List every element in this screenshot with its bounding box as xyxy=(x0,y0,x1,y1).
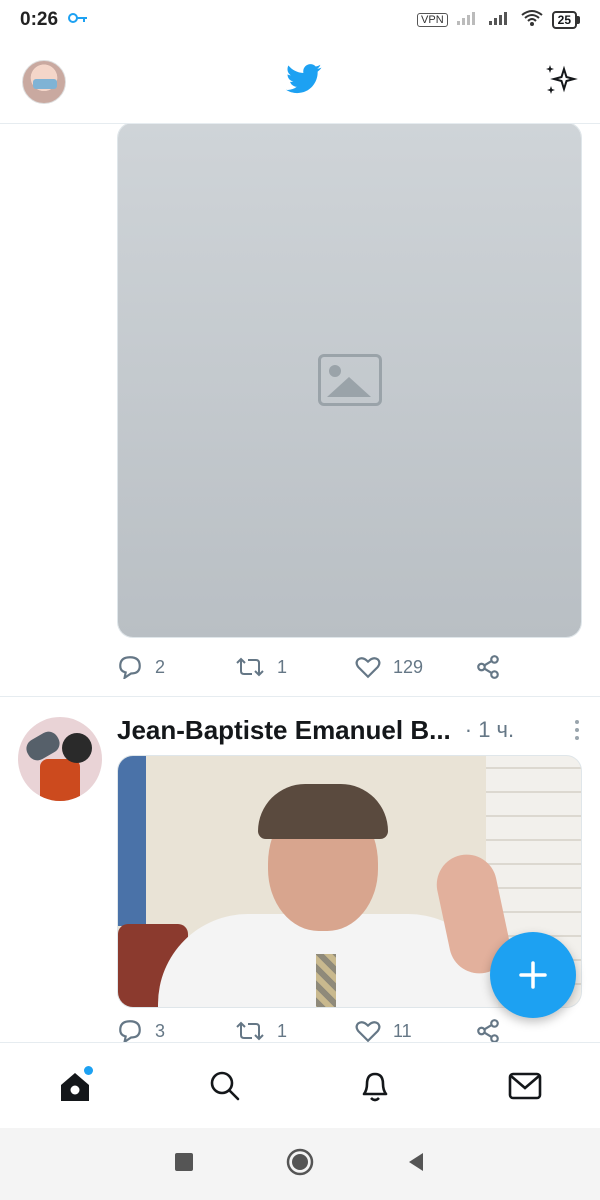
profile-avatar[interactable] xyxy=(22,59,66,104)
plus-icon xyxy=(519,961,547,989)
retweet-count: 1 xyxy=(277,1020,288,1041)
status-time: 0:26 xyxy=(20,9,59,30)
tweet-media-photo[interactable] xyxy=(117,124,582,638)
like-button[interactable]: 11 xyxy=(355,1019,475,1042)
share-icon xyxy=(477,655,499,679)
more-icon[interactable] xyxy=(567,720,587,740)
signal-icon xyxy=(456,10,480,31)
nav-home[interactable] xyxy=(45,1056,105,1116)
like-button[interactable]: 129 xyxy=(355,655,475,679)
battery-icon: 25 xyxy=(551,11,580,29)
retweet-button[interactable]: 1 xyxy=(235,655,355,679)
tweet-timestamp: · 1 ч. xyxy=(464,717,515,742)
share-button[interactable] xyxy=(475,654,501,680)
wifi-icon xyxy=(520,9,544,32)
nav-notifications[interactable] xyxy=(345,1056,405,1116)
mail-icon xyxy=(508,1072,542,1099)
tweet-actions: 2 1 129 xyxy=(117,647,517,687)
media-placeholder xyxy=(118,124,581,637)
recents-icon[interactable] xyxy=(173,1151,195,1178)
search-icon xyxy=(210,1071,240,1100)
app-header xyxy=(0,40,600,124)
signal-icon xyxy=(488,10,512,31)
reply-icon xyxy=(119,1020,141,1042)
tweet-actions: 3 1 11 xyxy=(117,1016,517,1042)
bell-icon xyxy=(362,1072,388,1101)
author-avatar[interactable] xyxy=(18,717,102,801)
home-circle-icon[interactable] xyxy=(285,1147,315,1182)
battery-tip xyxy=(577,16,580,24)
like-count: 11 xyxy=(393,1020,412,1041)
feed[interactable]: 2 1 129 Jean-Baptiste Emanuel B... · 1 ч… xyxy=(0,124,600,1042)
twitter-bird-icon[interactable] xyxy=(286,64,322,99)
heart-icon xyxy=(355,1021,381,1042)
notification-dot xyxy=(84,1065,93,1075)
status-bar: 0:26 VPN 25 xyxy=(0,0,600,40)
reply-count: 2 xyxy=(155,656,166,677)
photo-shape xyxy=(118,756,146,926)
screen: 0:26 VPN 25 2 1 129 Jean-Baptiste Emanue… xyxy=(0,0,600,1200)
sparkle-icon[interactable] xyxy=(542,61,578,102)
retweet-button[interactable]: 1 xyxy=(235,1019,355,1042)
reply-button[interactable]: 2 xyxy=(117,655,235,679)
share-button[interactable] xyxy=(475,1018,501,1042)
retweet-count: 1 xyxy=(277,656,288,677)
tweet-divider xyxy=(0,696,600,697)
key-icon xyxy=(68,11,88,29)
photo-shape xyxy=(316,954,336,1007)
compose-tweet-button[interactable] xyxy=(490,932,576,1018)
bottom-nav xyxy=(0,1042,600,1128)
vpn-badge: VPN xyxy=(417,13,448,27)
avatar-shape xyxy=(62,733,92,763)
battery-level: 25 xyxy=(551,11,577,29)
reply-icon xyxy=(119,656,141,679)
reply-button[interactable]: 3 xyxy=(117,1019,235,1042)
nav-search[interactable] xyxy=(195,1056,255,1116)
like-count: 129 xyxy=(393,656,424,677)
avatar-shape xyxy=(40,759,80,801)
photo-shape xyxy=(258,784,388,839)
retweet-icon xyxy=(236,657,264,677)
retweet-icon xyxy=(236,1021,264,1041)
nav-messages[interactable] xyxy=(495,1056,555,1116)
status-left: 0:26 xyxy=(20,9,88,31)
system-nav-bar xyxy=(0,1128,600,1200)
status-right: VPN 25 xyxy=(417,9,580,32)
author-name[interactable]: Jean-Baptiste Emanuel B... xyxy=(117,715,451,746)
reply-count: 3 xyxy=(155,1020,166,1041)
back-icon[interactable] xyxy=(405,1150,427,1179)
heart-icon xyxy=(355,657,381,679)
share-icon xyxy=(477,1019,499,1042)
tweet-header: Jean-Baptiste Emanuel B... · 1 ч. xyxy=(117,710,587,750)
image-icon xyxy=(317,354,382,406)
